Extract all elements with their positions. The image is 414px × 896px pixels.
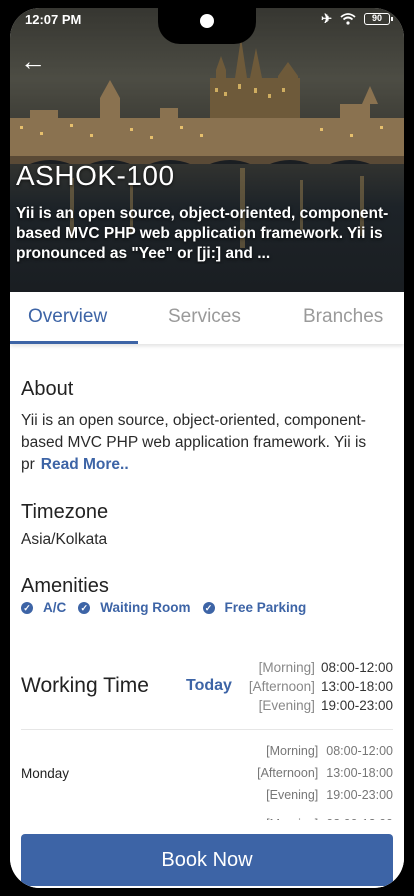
slot-label: [Evening]: [266, 788, 319, 802]
slot-label: [Morning]: [258, 660, 315, 675]
slot-label: [Evening]: [258, 698, 315, 713]
working-time-heading: Working Time: [21, 674, 149, 697]
day-slot: [Morning] 08:00-12:00: [257, 740, 393, 762]
today-label: Today: [186, 677, 232, 694]
today-slots: [Morning] 08:00-12:00 [Afternoon] 13:00-18…: [249, 658, 393, 715]
bottom-action-bar: Book Now: [10, 820, 404, 888]
read-more-link[interactable]: Read More..: [41, 456, 129, 473]
business-title: ASHOK-100: [16, 160, 175, 191]
status-bar: 12:07 PM ✈ 90: [10, 8, 404, 44]
slot-time: 19:00-23:00: [326, 788, 393, 802]
wifi-icon: [340, 13, 356, 25]
tab-branches[interactable]: Branches: [303, 306, 383, 328]
day-slot: [Afternoon] 13:00-18:00: [257, 762, 393, 784]
check-circle-icon: ✓: [78, 601, 91, 614]
check-circle-icon: ✓: [202, 601, 215, 614]
timezone-heading: Timezone: [21, 501, 109, 523]
about-heading: About: [21, 378, 74, 400]
camera-icon: [200, 14, 214, 28]
day-name: Monday: [21, 766, 70, 781]
slot-label: [Afternoon]: [248, 679, 315, 694]
amenities-heading: Amenities: [21, 575, 109, 597]
slot-label: [Morning]: [266, 744, 319, 758]
tab-services[interactable]: Services: [168, 306, 241, 328]
app-screen: ← ASHOK-100 Yii is an open source, objec…: [10, 8, 404, 888]
amenity-label: Waiting Room: [100, 600, 191, 615]
today-slot: [Afternoon] 13:00-18:00: [249, 677, 393, 696]
business-description: Yii is an open source, object-oriented, …: [16, 205, 389, 262]
active-tab-indicator: [10, 341, 138, 344]
day-slots: [Morning] 08:00-12:00 [Afternoon] 13:00-18…: [257, 740, 393, 806]
amenity-item: ✓ A/C: [21, 600, 66, 615]
amenity-item: ✓ Free Parking: [202, 600, 307, 615]
amenity-item: ✓ Waiting Room: [78, 600, 191, 615]
slot-time: 13:00-18:00: [326, 766, 393, 780]
battery-icon: 90: [364, 13, 393, 25]
check-circle-icon: ✓: [21, 601, 33, 614]
phone-frame: ← ASHOK-100 Yii is an open source, objec…: [0, 0, 414, 896]
slot-label: [Afternoon]: [257, 766, 319, 780]
day-slot: [Evening] 19:00-23:00: [257, 784, 393, 806]
slot-time: 19:00-23:00: [320, 698, 393, 713]
slot-time: 08:00-12:00: [320, 660, 393, 675]
tab-bar: Overview Services Branches: [10, 292, 404, 344]
camera-notch: [158, 8, 256, 44]
amenities-list: ✓ A/C ✓ Waiting Room ✓ Free Parking: [21, 600, 306, 615]
today-slot: [Morning] 08:00-12:00: [249, 658, 393, 677]
divider: [21, 729, 393, 730]
status-time: 12:07 PM: [25, 12, 82, 27]
slot-time: 13:00-18:00: [320, 679, 393, 694]
today-slot: [Evening] 19:00-23:00: [249, 696, 393, 715]
about-text: Yii is an open source, object-oriented, …: [21, 410, 369, 476]
airplane-mode-icon: ✈: [321, 11, 332, 26]
overview-content[interactable]: About Yii is an open source, object-orie…: [10, 344, 404, 828]
amenity-label: A/C: [43, 600, 67, 615]
slot-time: 08:00-12:00: [326, 744, 393, 758]
timezone-value: Asia/Kolkata: [21, 531, 108, 548]
book-now-button[interactable]: Book Now: [21, 834, 393, 886]
amenity-label: Free Parking: [224, 600, 307, 615]
hero-banner: ← ASHOK-100 Yii is an open source, objec…: [10, 8, 404, 292]
tab-overview[interactable]: Overview: [28, 306, 107, 328]
back-arrow-icon[interactable]: ←: [20, 48, 54, 78]
